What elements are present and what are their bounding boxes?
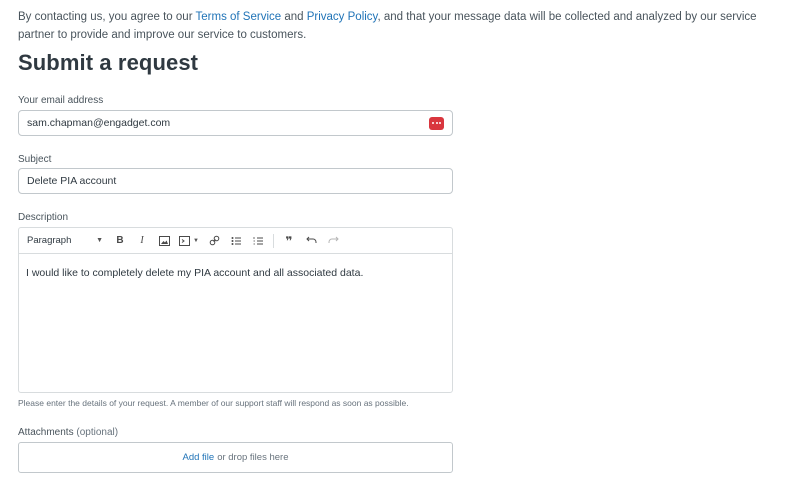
description-editor: Paragraph ▼ B I ▼ ❞ I would like to comp… [18,227,453,393]
insert-image-button[interactable] [153,232,175,250]
blockquote-button[interactable]: ❞ [278,232,300,250]
redo-icon [328,236,339,243]
paragraph-format-label: Paragraph [27,235,72,246]
description-text: I would like to completely delete my PIA… [26,267,364,279]
numbered-list-button[interactable] [247,232,269,250]
consent-notice: By contacting us, you agree to our Terms… [18,8,788,44]
undo-button[interactable] [300,232,322,250]
attachments-label-text: Attachments [18,427,74,438]
italic-icon: I [140,235,144,246]
attachments-label: Attachments (optional) [18,427,118,438]
description-textarea[interactable]: I would like to completely delete my PIA… [19,254,452,292]
link-icon [209,235,219,246]
editor-toolbar: Paragraph ▼ B I ▼ ❞ [19,228,452,254]
attachments-dropzone[interactable]: Add file or drop files here [18,442,453,473]
numbered-list-icon [253,236,263,244]
image-icon [158,235,170,246]
code-block-button[interactable]: ▼ [175,232,203,250]
undo-icon [305,236,316,243]
paragraph-format-select[interactable]: Paragraph ▼ [27,235,109,246]
redo-button[interactable] [322,232,344,250]
italic-button[interactable]: I [131,232,153,250]
subject-value: Delete PIA account [27,175,117,187]
quote-icon: ❞ [285,233,293,248]
toolbar-divider [273,233,274,248]
request-page: By contacting us, you agree to our Terms… [0,0,800,500]
description-hint: Please enter the details of your request… [18,398,409,408]
chevron-down-icon: ▼ [96,237,103,244]
email-field[interactable]: sam.chapman@engadget.com [18,110,453,136]
bold-icon: B [116,235,124,246]
code-chevron-down-icon: ▼ [193,237,199,244]
consent-text-start: By contacting us, you agree to our [18,11,196,23]
password-manager-icon[interactable] [429,116,444,130]
add-file-link[interactable]: Add file [183,452,215,463]
consent-text-middle: and [281,11,307,23]
attachments-optional-text: (optional) [76,427,119,438]
code-block-icon [179,235,191,246]
bulleted-list-button[interactable] [225,232,247,250]
privacy-policy-link[interactable]: Privacy Policy [307,11,378,23]
email-value: sam.chapman@engadget.com [27,117,171,129]
page-title: Submit a request [18,50,199,75]
description-label: Description [18,212,69,223]
link-button[interactable] [203,232,225,250]
subject-label: Subject [18,154,52,165]
drop-files-text: or drop files here [217,452,289,463]
bulleted-list-icon [231,236,241,245]
subject-field[interactable]: Delete PIA account [18,168,453,194]
terms-of-service-link[interactable]: Terms of Service [196,11,282,23]
bold-button[interactable]: B [109,232,131,250]
email-label: Your email address [18,95,104,106]
